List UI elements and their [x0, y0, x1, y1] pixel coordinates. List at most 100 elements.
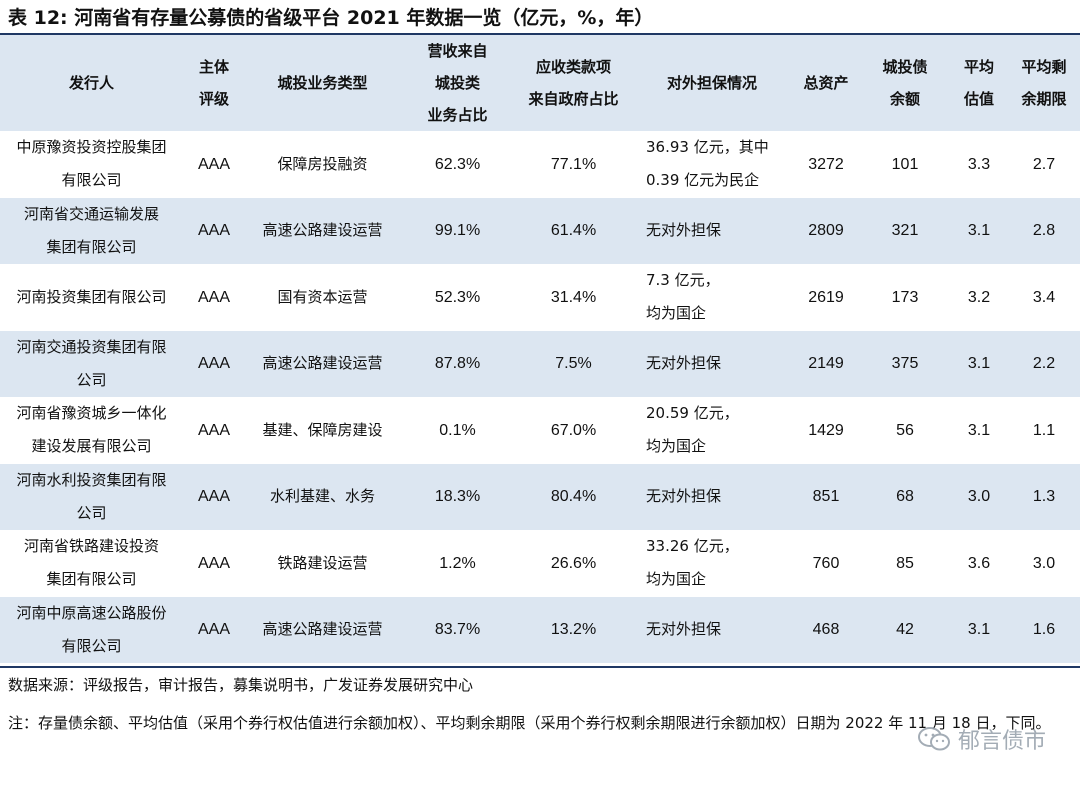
guarantee-cell: 33.26 亿元， 均为国企 [646, 537, 739, 589]
header-cell: 应收类款项 来自政府占比 [528, 58, 619, 108]
header-cell: 主体 评级 [198, 58, 229, 108]
avg-valuation-cell: 3.2 [967, 288, 991, 306]
table-title: 表 12: 河南省有存量公募债的省级平台 2021 年数据一览（亿元，%，年） [8, 7, 654, 29]
total-assets-cell: 2619 [808, 288, 844, 306]
table-row: 河南投资集团有限公司 AAA 国有资本运营 52.3% 31.4% 7.3 亿元， 均为国… [0, 264, 1080, 331]
avg-valuation-cell: 3.0 [967, 488, 991, 506]
bond-balance-cell: 68 [896, 488, 914, 506]
avg-maturity-cell: 1.1 [1032, 421, 1056, 439]
receivable-share-cell: 31.4% [550, 288, 597, 306]
receivable-share-cell: 13.2% [550, 621, 597, 639]
table-row: 河南中原高速公路股份 有限公司 AAA 高速公路建设运营 83.7% 13.2% 无对外担… [0, 596, 1080, 663]
business-type-cell: 国有资本运营 [277, 287, 368, 306]
receivable-share-cell: 67.0% [550, 421, 597, 439]
issuer-cell: 中原豫资投资控股集团 有限公司 [16, 138, 167, 190]
table-row: 中原豫资投资控股集团 有限公司 AAA 保障房投融资 62.3% 77.1% 36.93 … [0, 131, 1080, 198]
issuer-cell: 河南中原高速公路股份 有限公司 [16, 603, 167, 655]
business-type-cell: 高速公路建设运营 [262, 221, 383, 240]
issuer-cell: 河南水利投资集团有限 公司 [16, 470, 167, 522]
total-assets-cell: 1429 [808, 421, 844, 439]
rating-cell: AAA [197, 288, 230, 306]
receivable-share-cell: 77.1% [550, 155, 597, 173]
avg-valuation-cell: 3.1 [967, 621, 991, 639]
receivable-share-cell: 7.5% [555, 355, 592, 373]
bond-balance-cell: 101 [891, 155, 919, 173]
guarantee-cell: 20.59 亿元， 均为国企 [646, 404, 739, 456]
revenue-share-cell: 1.2% [439, 554, 476, 572]
rating-cell: AAA [197, 222, 230, 240]
wechat-icon [917, 727, 950, 751]
guarantee-cell: 36.93 亿元，其中 0.39 亿元为民企 [646, 138, 769, 190]
rating-cell: AAA [197, 554, 230, 572]
header-cell: 营收来自 城投类 业务占比 [427, 42, 488, 124]
issuer-cell: 河南省铁路建设投资 集团有限公司 [23, 537, 159, 589]
guarantee-cell: 7.3 亿元， 均为国企 [646, 271, 720, 323]
revenue-share-cell: 83.7% [434, 621, 481, 639]
bond-balance-cell: 85 [896, 554, 914, 572]
avg-valuation-cell: 3.6 [967, 554, 991, 572]
business-type-cell: 高速公路建设运营 [262, 620, 383, 639]
business-type-cell: 铁路建设运营 [277, 553, 368, 572]
rating-cell: AAA [197, 155, 230, 173]
avg-maturity-cell: 3.4 [1032, 288, 1056, 306]
avg-maturity-cell: 2.2 [1032, 355, 1056, 373]
header-cell: 平均剩 余期限 [1021, 58, 1067, 108]
business-type-cell: 基建、保障房建设 [262, 420, 383, 439]
revenue-share-cell: 99.1% [434, 222, 481, 240]
bond-balance-cell: 42 [896, 621, 914, 639]
bond-balance-cell: 321 [891, 222, 919, 240]
issuer-cell: 河南省交通运输发展 集团有限公司 [23, 204, 159, 256]
receivable-share-cell: 80.4% [550, 488, 597, 506]
revenue-share-cell: 0.1% [439, 421, 476, 439]
avg-valuation-cell: 3.1 [967, 222, 991, 240]
table-row: 河南交通投资集团有限 公司 AAA 高速公路建设运营 87.8% 7.5% 无对外担保 21… [0, 330, 1080, 397]
header-row: 发行人 主体 评级 城投业务类型 营收来自 城投类 业务占比 应收类款项 来自政… [0, 35, 1080, 131]
revenue-share-cell: 62.3% [434, 155, 481, 173]
issuer-cell: 河南投资集团有限公司 [16, 287, 167, 306]
issuer-cell: 河南省豫资城乡一体化 建设发展有限公司 [16, 404, 167, 456]
rating-cell: AAA [197, 488, 230, 506]
issuer-cell: 河南交通投资集团有限 公司 [16, 337, 167, 389]
source-note: 数据来源：评级报告，审计报告，募集说明书，广发证券发展研究中心 [8, 676, 474, 694]
header-cell: 城投业务类型 [277, 74, 368, 92]
revenue-share-cell: 52.3% [434, 288, 481, 306]
avg-valuation-cell: 3.1 [967, 421, 991, 439]
avg-maturity-cell: 2.8 [1032, 222, 1056, 240]
watermark: 郁言债市 [916, 722, 1046, 756]
receivable-share-cell: 26.6% [550, 554, 597, 572]
header-cell: 平均 估值 [963, 58, 994, 108]
total-assets-cell: 2809 [808, 222, 844, 240]
receivable-share-cell: 61.4% [550, 222, 597, 240]
header-cell: 对外担保情况 [666, 74, 757, 92]
bond-balance-cell: 375 [891, 355, 919, 373]
rating-cell: AAA [197, 621, 230, 639]
table-row: 河南省铁路建设投资 集团有限公司 AAA 铁路建设运营 1.2% 26.6% 33.26 … [0, 530, 1080, 597]
bond-balance-cell: 173 [891, 288, 919, 306]
total-assets-cell: 851 [812, 488, 840, 506]
header-cell: 城投债 余额 [882, 58, 928, 108]
revenue-share-cell: 18.3% [434, 488, 481, 506]
avg-maturity-cell: 1.6 [1032, 621, 1056, 639]
watermark-text: 郁言债市 [957, 729, 1046, 754]
avg-maturity-cell: 3.0 [1032, 554, 1056, 572]
business-type-cell: 水利基建、水务 [269, 487, 375, 506]
avg-maturity-cell: 2.7 [1032, 155, 1056, 173]
avg-maturity-cell: 1.3 [1032, 488, 1056, 506]
data-table: 发行人 主体 评级 城投业务类型 营收来自 城投类 业务占比 应收类款项 来自政… [0, 35, 1080, 663]
footnote: 注：存量债余额、平均估值（采用个券行权估值进行余额加权）、平均剩余期限（采用个券… [8, 714, 1051, 732]
header-cell: 总资产 [803, 74, 849, 92]
header-cell: 发行人 [68, 74, 114, 92]
rating-cell: AAA [197, 421, 230, 439]
business-type-cell: 保障房投融资 [277, 154, 368, 173]
table-row: 河南省交通运输发展 集团有限公司 AAA 高速公路建设运营 99.1% 61.4% 无对外… [0, 197, 1080, 264]
guarantee-cell: 无对外担保 [646, 221, 722, 240]
total-assets-cell: 2149 [808, 355, 844, 373]
table-row: 河南省豫资城乡一体化 建设发展有限公司 AAA 基建、保障房建设 0.1% 67.0% 2… [0, 397, 1080, 464]
guarantee-cell: 无对外担保 [646, 354, 722, 373]
guarantee-cell: 无对外担保 [646, 620, 722, 639]
business-type-cell: 高速公路建设运营 [262, 354, 383, 373]
guarantee-cell: 无对外担保 [646, 487, 722, 506]
total-assets-cell: 3272 [808, 155, 844, 173]
total-assets-cell: 760 [812, 554, 840, 572]
rating-cell: AAA [197, 355, 230, 373]
